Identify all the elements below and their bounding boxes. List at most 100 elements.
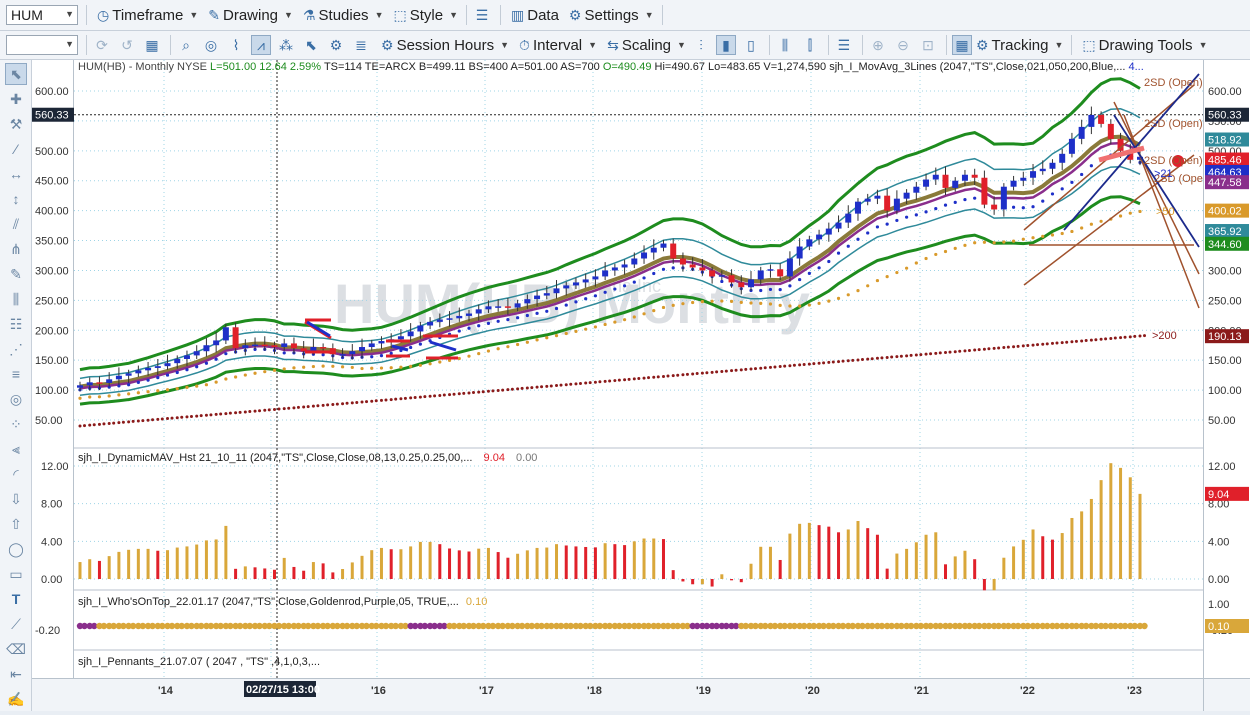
ma200-dot (720, 369, 724, 373)
ruler-icon[interactable]: ⟋ (5, 613, 27, 635)
candle-body (77, 385, 83, 388)
chart-svg[interactable]: HUM(HB) Monthly Humana Inc 2SD (Open)2SD… (74, 60, 1213, 678)
symbol-input[interactable]: HUM ▼ (6, 5, 78, 25)
zoom-out-icon[interactable]: ⊖ (893, 35, 913, 55)
candle-style-icon[interactable]: ▮ (715, 35, 736, 55)
chart-icon[interactable]: ⩘ (251, 35, 271, 55)
zoom-icon[interactable]: ⌕ (176, 35, 196, 55)
ma21-dot (282, 351, 286, 355)
fibonacci-icon[interactable]: ☷ (5, 313, 27, 335)
candle-body (718, 275, 725, 277)
ma200-dot (695, 372, 699, 376)
arrow-down-icon[interactable]: ⇩ (5, 488, 27, 510)
wot-tick-label: 1.00 (1208, 599, 1229, 611)
hist-bar (623, 545, 627, 579)
eraser-icon[interactable]: ⌫ (5, 638, 27, 660)
left-price-tick: 250.00 (35, 295, 69, 307)
cursor-icon[interactable]: ⬉ (301, 35, 321, 55)
right-price-scale[interactable]: 600.00550.00500.00450.00400.00350.00300.… (1203, 60, 1250, 678)
pointer-icon[interactable]: ⬉ (5, 63, 27, 85)
text-icon[interactable]: T (5, 588, 27, 610)
gann-icon[interactable]: ⫼ (5, 288, 27, 310)
ma200-dot (491, 389, 495, 393)
menu-tracking[interactable]: ⚙ Tracking ▼ (976, 37, 1063, 54)
ma200-dot (1089, 338, 1093, 342)
pitchfork-icon[interactable]: ⋔ (5, 238, 27, 260)
candle-body (1000, 186, 1007, 210)
layout-icon[interactable]: ☰ (472, 5, 492, 25)
ma200-dot (860, 358, 864, 362)
menu-data-label: Data (527, 6, 559, 24)
cycle-icon[interactable]: ◎ (5, 388, 27, 410)
chevron-down-icon[interactable]: ▼ (65, 39, 74, 49)
line-icon[interactable]: ⌇ (226, 35, 246, 55)
hl-icon[interactable]: ⫿ (800, 35, 820, 55)
ellipse-icon[interactable]: ◯ (5, 538, 27, 560)
menu-session-hours[interactable]: ⚙ Session Hours ▼ (381, 37, 509, 54)
bar-style-icon[interactable]: ⫶ (691, 35, 711, 55)
time-tick-label: '19 (696, 685, 711, 697)
menu-settings[interactable]: ⚙ Settings ▼ (569, 7, 654, 24)
menu-style[interactable]: ⬚ Style ▼ (393, 7, 458, 24)
hollow-candle-icon[interactable]: ▯ (741, 35, 761, 55)
ma50-dot (798, 304, 802, 308)
arc-icon[interactable]: ◜ (5, 463, 27, 485)
regression-icon[interactable]: ⫷ (5, 438, 27, 460)
menu-studies[interactable]: ⚗ Studies ▼ (303, 7, 384, 24)
wrench-icon[interactable]: ⚒ (5, 113, 27, 135)
fib-fan-icon[interactable]: ⋰ (5, 338, 27, 360)
ma200-dot (117, 421, 121, 425)
refresh-icon[interactable]: ⟳ (92, 35, 112, 55)
ohlc-icon[interactable]: ⫼ (775, 35, 795, 55)
cluster-icon[interactable]: ⁂ (276, 35, 296, 55)
hist-bar (302, 570, 306, 579)
candle-body (222, 327, 229, 341)
interval-combo[interactable]: ▼ (6, 35, 78, 55)
grid-icon[interactable]: ▦ (142, 35, 162, 55)
time-axis[interactable]: '14 '16 '17 '18 '19 '20 '21 '22 '23 02/27/15 13:0… (74, 678, 1203, 711)
candle-body (786, 258, 793, 277)
ma200-dot (559, 383, 563, 387)
trendline-icon[interactable]: ⁄ (5, 138, 27, 160)
chevron-down-icon[interactable]: ▼ (65, 9, 74, 19)
hist-bar (895, 553, 899, 579)
settings-small-icon[interactable]: ⚙ (326, 35, 346, 55)
arrow-up-icon[interactable]: ⇧ (5, 513, 27, 535)
menu-drawing[interactable]: ✎ Drawing ▼ (208, 7, 293, 24)
channel-icon[interactable]: ⫽ (5, 213, 27, 235)
hist-bar (1109, 463, 1113, 579)
table-icon[interactable]: ▦ (951, 35, 972, 55)
ma21-dot (1031, 205, 1035, 209)
ma200-dot (520, 386, 524, 390)
layout-icon[interactable]: ☰ (834, 35, 854, 55)
menu-scaling[interactable]: ⇆ Scaling ▼ (607, 37, 686, 54)
chart-area[interactable]: HUM(HB) Monthly Humana Inc 2SD (Open) 2SD… (74, 60, 1213, 678)
fit-icon[interactable]: ⊡ (918, 35, 938, 55)
sliders-icon[interactable]: ≣ (351, 35, 371, 55)
ma200-dot (613, 379, 617, 383)
vertical-line-icon[interactable]: ↕ (5, 188, 27, 210)
menu-data[interactable]: ▥ Data (511, 7, 559, 24)
crosshair-icon[interactable]: ✚ (5, 88, 27, 110)
pane2-value2: 0.00 (516, 452, 538, 464)
menu-interval[interactable]: ⏱ Interval ▼ (519, 37, 597, 54)
ma200-dot (967, 348, 971, 352)
ma50-dot (243, 373, 247, 377)
ma50-dot (156, 389, 160, 393)
pencil-icon[interactable]: ✎ (5, 263, 27, 285)
zoom-in-icon[interactable]: ⊕ (868, 35, 888, 55)
rectangle-icon[interactable]: ▭ (5, 563, 27, 585)
ma200-dot (924, 352, 928, 356)
candle-body (582, 279, 589, 283)
pane3-header: sjh_I_Who'sOnTop_22.01.17 (2047,"TS",Clo… (78, 596, 487, 608)
collapse-left-icon[interactable]: ⇤ (5, 663, 27, 685)
draw-object-icon[interactable]: ✍ (5, 688, 27, 710)
horizontal-line-icon[interactable]: ↔ (5, 163, 27, 185)
ma200-dot (530, 386, 534, 390)
menu-timeframe[interactable]: ◷ Timeframe ▼ (97, 7, 198, 24)
speed-lines-icon[interactable]: ⁘ (5, 413, 27, 435)
menu-drawing-tools[interactable]: ⬚ Drawing Tools ▼ (1082, 37, 1207, 54)
levels-icon[interactable]: ≡ (5, 363, 27, 385)
compass-icon[interactable]: ◎ (201, 35, 221, 55)
undo-icon[interactable]: ↺ (117, 35, 137, 55)
